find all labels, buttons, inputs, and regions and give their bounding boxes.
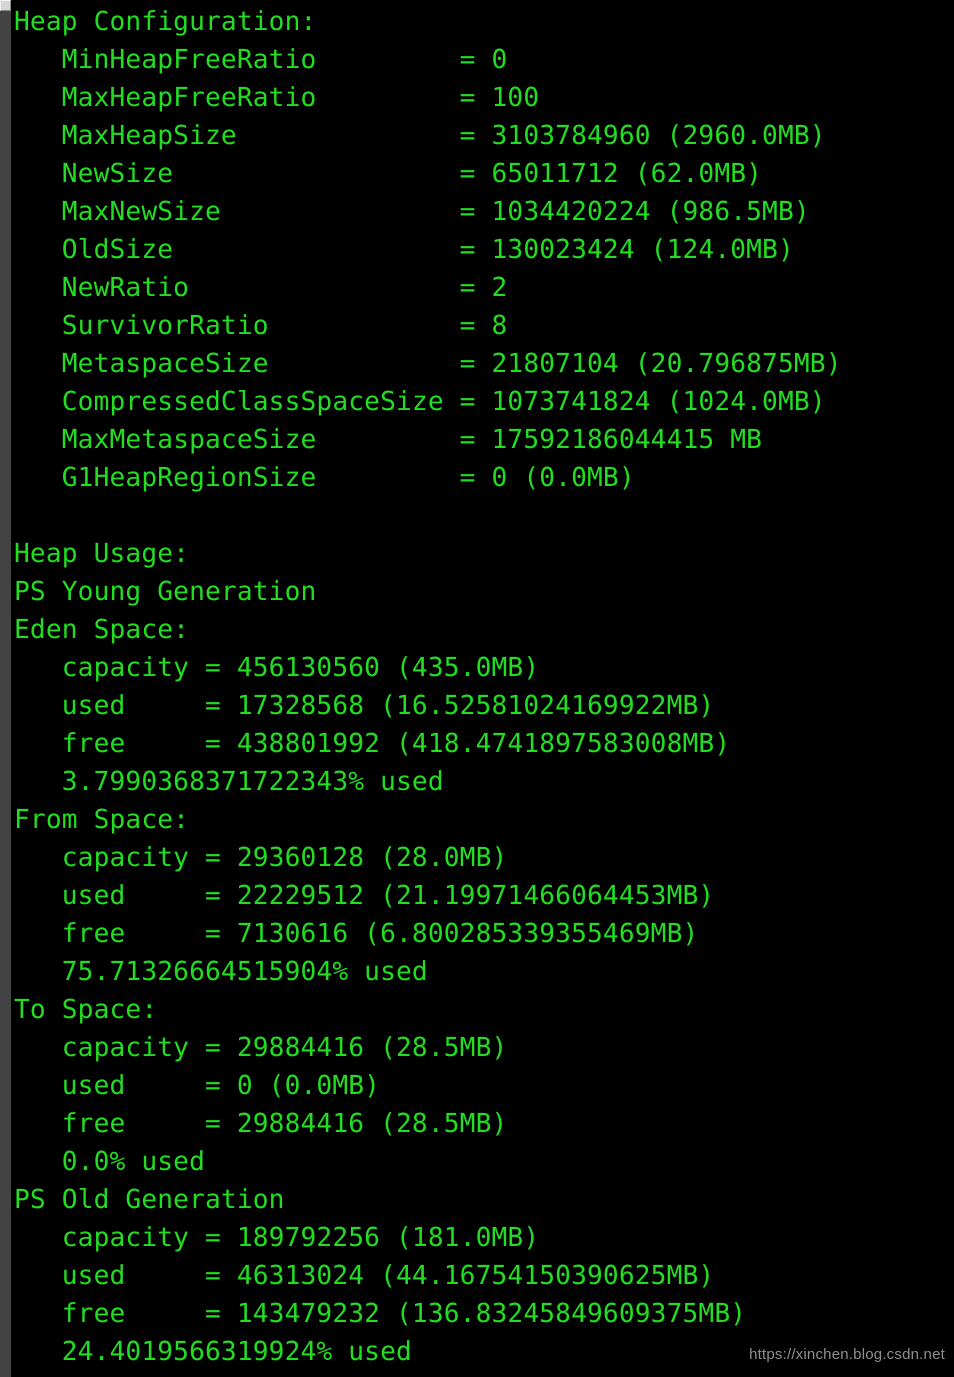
console-output-area: Heap Configuration: MinHeapFreeRatio = 0…: [11, 0, 954, 1377]
vertical-scrollbar[interactable]: [0, 0, 11, 1377]
watermark-url: https://xinchen.blog.csdn.net: [749, 1346, 945, 1363]
terminal-window: Heap Configuration: MinHeapFreeRatio = 0…: [0, 0, 954, 1377]
scrollbar-up-arrow-icon[interactable]: [0, 0, 11, 11]
jmap-heap-output-text: Heap Configuration: MinHeapFreeRatio = 0…: [14, 7, 842, 1367]
